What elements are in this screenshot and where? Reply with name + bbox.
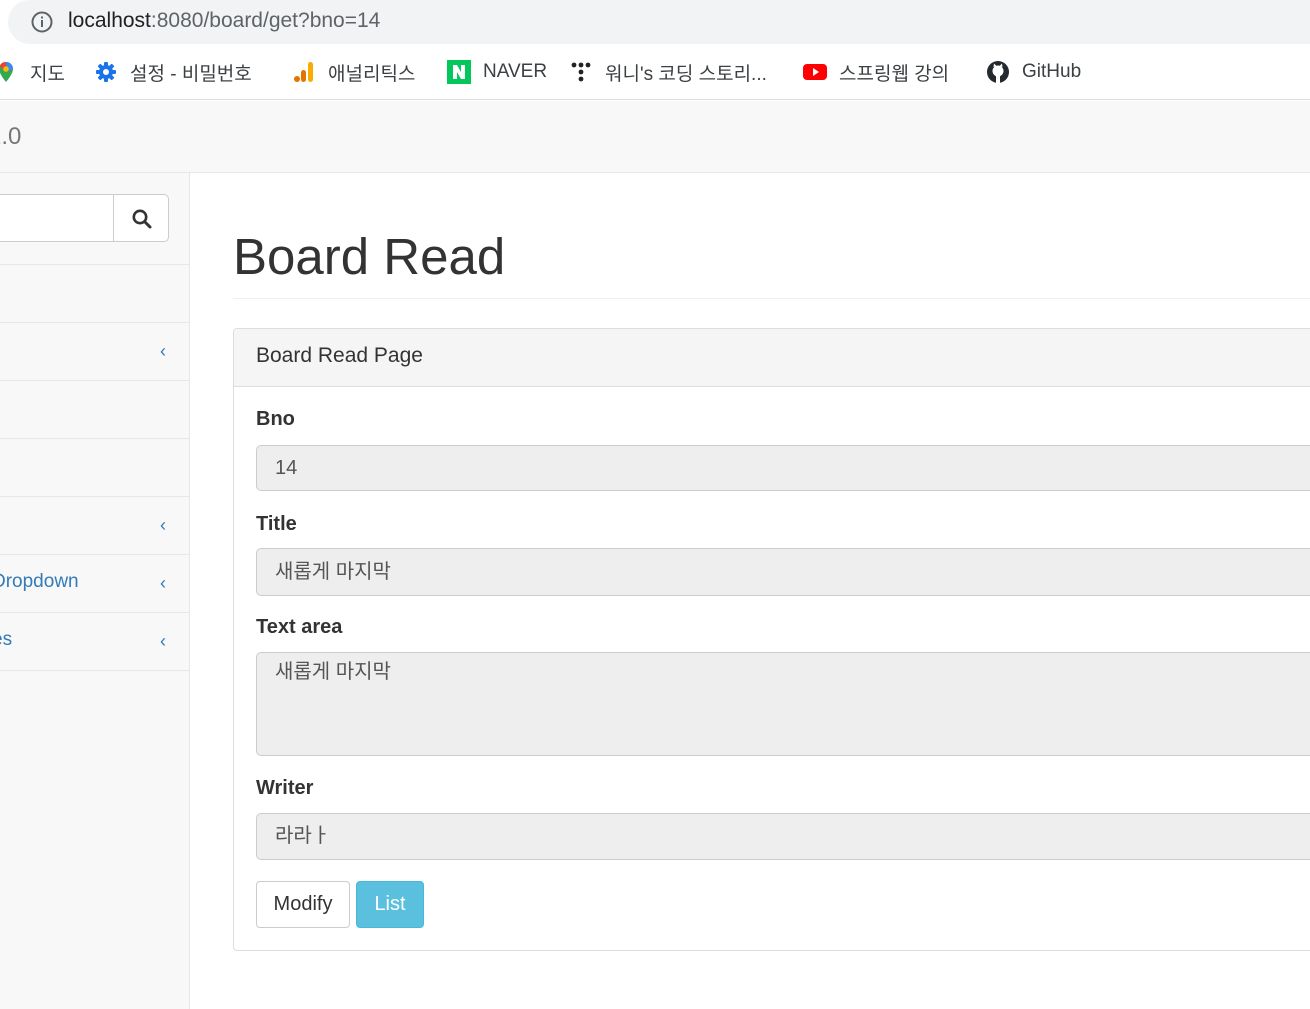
bookmark-label: 지도 xyxy=(30,63,65,85)
url-host: localhost xyxy=(68,9,151,32)
bookmark-spring-lecture[interactable]: 스프링웹 강의 xyxy=(803,58,949,86)
bno-value: 14 xyxy=(275,457,298,479)
search-icon xyxy=(132,209,152,229)
panel-heading: Board Read Page xyxy=(234,329,1310,387)
bookmark-settings-password[interactable]: 설정 - 비밀번호 xyxy=(94,58,252,86)
sidebar-item-3[interactable] xyxy=(0,381,190,439)
modify-button[interactable]: Modify xyxy=(256,881,350,928)
url-field[interactable]: localhost:8080/board/get?bno=14 xyxy=(8,0,1310,44)
sidebar-item-5[interactable]: ‹ xyxy=(0,497,190,555)
bookmark-label: 워니's 코딩 스토리... xyxy=(605,63,767,85)
content-value: 새롭게 마지막 xyxy=(275,661,391,683)
sidebar-item-pages[interactable]: es ‹ xyxy=(0,613,190,671)
page-title: Board Read xyxy=(233,228,506,285)
info-icon[interactable] xyxy=(30,10,54,34)
url-text[interactable]: localhost:8080/board/get?bno=14 xyxy=(68,9,380,33)
bookmark-label: 설정 - 비밀번호 xyxy=(130,63,252,85)
naver-icon xyxy=(447,60,471,84)
sidebar-item-dropdown[interactable]: Dropdown ‹ xyxy=(0,555,190,613)
writer-label: Writer xyxy=(256,777,314,799)
sidebar-item-label: Dropdown xyxy=(0,571,79,592)
maps-pin-icon xyxy=(0,62,13,82)
page-header: Board Read xyxy=(233,226,1310,299)
sidebar-item-2[interactable]: ‹ xyxy=(0,323,190,381)
title-label: Title xyxy=(256,513,297,535)
top-navbar: 2.0 xyxy=(0,101,1310,173)
url-path: :8080/board/get?bno=14 xyxy=(150,9,381,32)
chevron-left-icon: ‹ xyxy=(160,573,166,593)
sidebar-item-1[interactable] xyxy=(0,265,190,323)
bno-field[interactable]: 14 xyxy=(256,445,1310,491)
youtube-icon xyxy=(803,64,827,80)
writer-value: 라라ㅏ xyxy=(275,825,331,847)
chevron-left-icon: ‹ xyxy=(160,515,166,535)
analytics-icon xyxy=(294,62,313,82)
bookmark-label: NAVER xyxy=(483,61,548,82)
bookmark-analytics[interactable]: 애널리틱스 xyxy=(292,58,415,86)
panel-heading-title: Board Read Page xyxy=(256,344,423,367)
tistory-icon xyxy=(571,62,591,82)
chevron-left-icon: ‹ xyxy=(160,631,166,651)
title-value: 새롭게 마지막 xyxy=(275,561,391,583)
sidebar-search xyxy=(0,173,190,265)
bookmark-github[interactable]: GitHub xyxy=(986,58,1081,86)
sidebar-search-input[interactable] xyxy=(0,194,114,242)
bookmarks-bar: 지도 설정 - 비밀번호 애널리틱스 NAVER 워니's 코딩 스토리... … xyxy=(0,46,1310,100)
bookmark-label: 스프링웹 강의 xyxy=(839,63,950,85)
bookmark-label: GitHub xyxy=(1022,61,1082,82)
chevron-left-icon: ‹ xyxy=(160,341,166,361)
sidebar-search-button[interactable] xyxy=(113,194,169,242)
bno-label: Bno xyxy=(256,408,295,430)
sidebar: ‹ ‹ Dropdown ‹ es ‹ xyxy=(0,173,190,1009)
github-icon xyxy=(987,61,1009,83)
board-read-panel: Board Read Page Bno 14 Title 새롭게 마지막 Tex… xyxy=(233,328,1310,951)
writer-field[interactable]: 라라ㅏ xyxy=(256,813,1310,860)
gear-icon xyxy=(96,62,116,82)
bookmark-naver[interactable]: NAVER xyxy=(447,58,547,86)
bookmark-label: 애널리틱스 xyxy=(328,63,416,85)
bookmark-maps[interactable]: 지도 xyxy=(0,58,65,86)
navbar-brand[interactable]: 2.0 xyxy=(0,123,21,151)
sidebar-item-label: es xyxy=(0,629,13,650)
browser-address-bar: localhost:8080/board/get?bno=14 xyxy=(0,0,1310,46)
content-label: Text area xyxy=(256,616,343,638)
content-textarea[interactable]: 새롭게 마지막 xyxy=(256,652,1310,756)
sidebar-item-4[interactable] xyxy=(0,439,190,497)
list-button[interactable]: List xyxy=(356,881,424,928)
bookmark-tistory[interactable]: 워니's 코딩 스토리... xyxy=(569,58,767,86)
title-field[interactable]: 새롭게 마지막 xyxy=(256,548,1310,596)
